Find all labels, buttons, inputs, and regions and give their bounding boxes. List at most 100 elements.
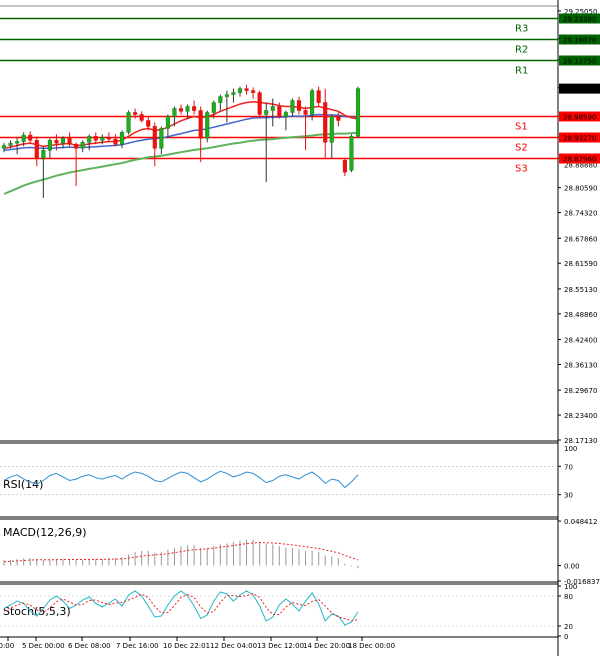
macd-tick-label: 0.048412 xyxy=(564,518,597,526)
price-tick-label: 28.29670 xyxy=(564,387,597,395)
price-tick-label: 28.36130 xyxy=(564,361,597,369)
time-tick-label: 7 Dec 16:00 xyxy=(116,642,159,650)
level-name-r1: R1 xyxy=(515,66,528,77)
price-tick-label: 28.61590 xyxy=(564,260,597,268)
candle-body xyxy=(60,138,66,144)
candle-body xyxy=(296,100,302,111)
rsi-tick-label: 100 xyxy=(564,445,577,453)
candle-body xyxy=(126,112,131,133)
candle-body xyxy=(15,141,20,144)
candle-body xyxy=(93,136,98,141)
candle-body xyxy=(336,116,341,121)
candle-body xyxy=(244,88,249,91)
level-name-r3: R3 xyxy=(515,24,528,35)
rsi-tick-label: 30 xyxy=(564,492,573,500)
price-tick-label: 28.23400 xyxy=(564,412,597,420)
candle-body xyxy=(185,106,190,112)
candle-body xyxy=(218,96,223,103)
candle-body xyxy=(277,106,282,117)
level-price-label: 29.23380 xyxy=(563,16,596,24)
candle-body xyxy=(139,114,144,121)
candle-body xyxy=(54,140,59,144)
candle-body xyxy=(80,142,85,149)
level-price-label: 28.93270 xyxy=(563,135,596,143)
time-tick-label: 10 Dec 22:01 xyxy=(163,642,210,650)
candle-body xyxy=(21,134,26,142)
candle-body xyxy=(342,159,347,173)
candle-body xyxy=(47,140,52,151)
price-tick-label: 28.42400 xyxy=(564,337,597,345)
candle-body xyxy=(290,100,295,113)
candle-body xyxy=(119,132,125,145)
candle-body xyxy=(133,112,138,115)
last-price-label: 29.05750 xyxy=(563,86,596,94)
candle-body xyxy=(28,134,33,141)
candle-body xyxy=(283,112,288,117)
candle-body xyxy=(270,106,275,111)
stoch-tick-label: 80 xyxy=(564,593,573,601)
time-tick-label: 00:00 xyxy=(0,642,14,650)
candle-body xyxy=(310,90,315,115)
price-tick-label: 28.55130 xyxy=(564,286,597,294)
candle-body xyxy=(355,88,361,137)
level-name-s3: S3 xyxy=(515,164,528,175)
candle-body xyxy=(211,102,216,113)
candle-body xyxy=(264,110,269,115)
candle-body xyxy=(74,144,79,149)
forex-chart: 29.2505029.1807029.1275029.0575028.98590… xyxy=(0,0,600,656)
macd-tick-label: 0.00 xyxy=(564,563,580,571)
time-tick-label: 5 Dec 00:00 xyxy=(22,642,65,650)
candle-body xyxy=(349,136,354,171)
candle-body xyxy=(192,106,197,111)
level-price-label: 29.12750 xyxy=(563,58,596,66)
time-tick-label: 14 Dec 20:00 xyxy=(303,642,350,650)
candle-body xyxy=(34,140,39,159)
candle-body xyxy=(205,112,210,139)
price-tick-label: 28.80590 xyxy=(564,185,597,193)
candle-body xyxy=(152,126,157,149)
candle-body xyxy=(224,94,229,97)
candle-body xyxy=(41,150,46,159)
candle-body xyxy=(316,90,321,103)
level-price-label: 28.87960 xyxy=(563,156,596,164)
level-price-label: 28.98590 xyxy=(563,114,596,122)
stoch-tick-label: 0 xyxy=(564,633,568,641)
candle-body xyxy=(237,88,243,93)
level-price-label: 29.18070 xyxy=(563,37,596,45)
time-tick-label: 6 Dec 08:00 xyxy=(68,642,111,650)
candle-body xyxy=(165,116,170,129)
candle-body xyxy=(251,90,256,93)
price-tick-label: 28.48860 xyxy=(564,311,597,319)
level-name-s1: S1 xyxy=(515,122,528,133)
candle-body xyxy=(257,92,262,115)
candle-body xyxy=(198,110,203,139)
candle-body xyxy=(8,142,13,146)
candle-body xyxy=(329,116,334,143)
price-tick-label: 28.74320 xyxy=(564,210,597,218)
candle-body xyxy=(87,136,92,143)
time-tick-label: 12 Dec 04:00 xyxy=(210,642,257,650)
time-tick-label: 13 Dec 12:00 xyxy=(257,642,304,650)
candle-body xyxy=(323,102,328,143)
candle-body xyxy=(113,138,118,145)
rsi-tick-label: 70 xyxy=(564,463,573,471)
candle-body xyxy=(231,92,236,95)
candle-body xyxy=(159,128,164,149)
level-name-r2: R2 xyxy=(515,45,528,56)
candle-body xyxy=(146,120,151,127)
rsi-title: RSI(14) xyxy=(3,478,43,491)
candle-body xyxy=(1,145,7,149)
candle-body xyxy=(106,137,111,140)
candle-body xyxy=(178,108,184,112)
stoch-tick-label: 100 xyxy=(564,583,577,591)
price-tick-label: 28.67860 xyxy=(564,235,597,243)
time-tick-label: 18 Dec 00:00 xyxy=(348,642,395,650)
macd-title: MACD(12,26,9) xyxy=(3,526,87,539)
candle-body xyxy=(100,137,105,141)
candle-body xyxy=(303,110,308,115)
stoch-tick-label: 20 xyxy=(564,623,573,631)
level-name-s2: S2 xyxy=(515,143,528,154)
price-tick-label: 28.17130 xyxy=(564,437,597,445)
candle-body xyxy=(172,108,177,117)
candle-body xyxy=(67,138,72,145)
